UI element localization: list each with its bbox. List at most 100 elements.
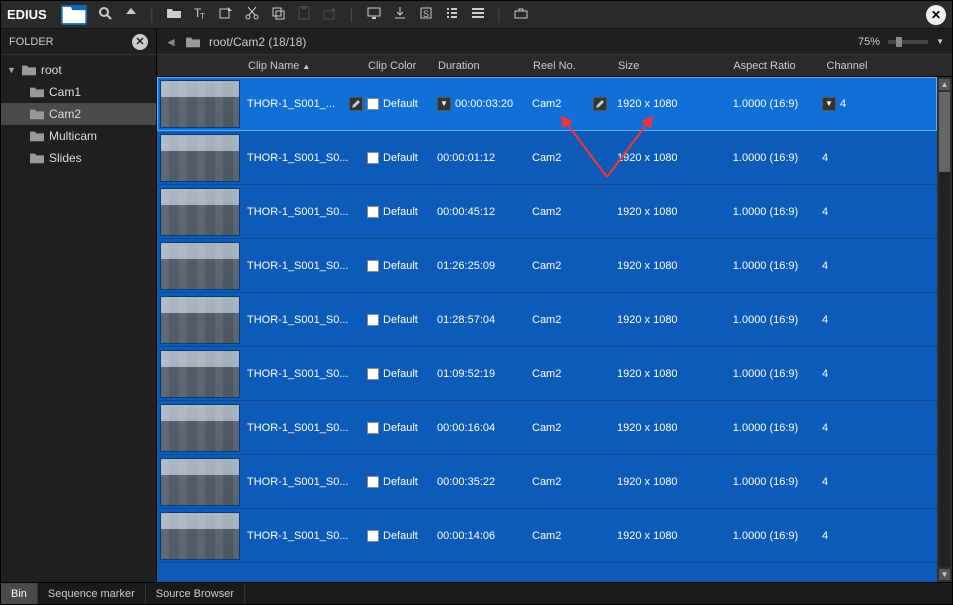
zoom-slider[interactable] (888, 40, 928, 44)
scroll-down-button[interactable]: ▼ (939, 569, 950, 580)
toolbox-icon[interactable] (513, 5, 529, 24)
clip-reel-cell: Cam2 (528, 260, 613, 272)
list-detail-icon[interactable] (470, 5, 486, 24)
clip-thumbnail[interactable] (160, 458, 240, 506)
clip-reel-cell: Cam2 (528, 314, 613, 326)
clip-size-cell: 1920 x 1080 (613, 368, 713, 380)
clip-aspect-cell: 1.0000 (16:9) (713, 314, 818, 326)
bottom-tabs: BinSequence markerSource Browser (1, 582, 952, 604)
clip-row[interactable]: THOR-1_S001_S0... Default 01:26:25:09 Ca… (157, 239, 937, 293)
clip-color-cell: Default (363, 152, 433, 164)
col-header-duration[interactable]: Duration (432, 60, 527, 72)
color-swatch[interactable] (367, 206, 379, 218)
clip-list[interactable]: THOR-1_S001_... Default ▼00:00:03:20 Cam… (157, 77, 937, 582)
channel-dropdown[interactable]: ▼ (822, 97, 836, 111)
sidebar-clear-button[interactable]: ✕ (132, 34, 148, 50)
clip-color-cell: Default (363, 422, 433, 434)
color-swatch[interactable] (367, 98, 379, 110)
clip-thumbnail[interactable] (160, 188, 240, 236)
clip-channel-cell: 4 (818, 152, 878, 164)
color-swatch[interactable] (367, 368, 379, 380)
clip-row[interactable]: THOR-1_S001_S0... Default 01:28:57:04 Ca… (157, 293, 937, 347)
tree-item-cam2[interactable]: Cam2 (1, 103, 156, 125)
zoom-dropdown[interactable]: ▼ (936, 37, 944, 46)
clip-reel-cell: Cam2 (528, 530, 613, 542)
paste-icon[interactable] (296, 5, 312, 24)
col-header-channel[interactable]: Channel (817, 60, 877, 72)
col-header-name[interactable]: Clip Name▲ (242, 60, 362, 72)
clip-name-cell: THOR-1_S001_S0... (243, 368, 363, 380)
duration-dropdown[interactable]: ▼ (437, 97, 451, 111)
color-swatch[interactable] (367, 476, 379, 488)
nav-back-icon[interactable]: ◄ (165, 35, 177, 49)
clip-thumbnail[interactable] (160, 404, 240, 452)
clip-name-cell: THOR-1_S001_S0... (243, 530, 363, 542)
svg-text:S: S (423, 9, 429, 19)
stabilize-icon[interactable]: S (418, 5, 434, 24)
vertical-scrollbar[interactable]: ▲ ▼ (937, 77, 952, 582)
cut-icon[interactable] (244, 5, 260, 24)
tree-root[interactable]: ▼ root (1, 59, 156, 81)
folder-open-icon[interactable] (166, 5, 182, 24)
color-swatch[interactable] (367, 530, 379, 542)
clip-channel-cell: 4 (818, 422, 878, 434)
text-tool-icon[interactable]: TT (192, 5, 208, 24)
clip-reel-cell: Cam2 (528, 368, 613, 380)
table-header: Clip Name▲ Clip Color Duration Reel No. … (157, 55, 952, 77)
tab-bin[interactable]: Bin (1, 583, 38, 604)
sidebar-header: FOLDER ✕ (1, 29, 156, 55)
tab-sequence marker[interactable]: Sequence marker (38, 583, 146, 604)
clip-row[interactable]: THOR-1_S001_S0... Default 00:00:01:12 Ca… (157, 131, 937, 185)
search-icon[interactable] (97, 5, 113, 24)
clip-thumbnail[interactable] (160, 242, 240, 290)
clip-duration-cell: 01:26:25:09 (433, 260, 528, 272)
color-swatch[interactable] (367, 260, 379, 272)
close-button[interactable]: ✕ (926, 5, 946, 25)
tree-item-slides[interactable]: Slides (1, 147, 156, 169)
clip-thumbnail[interactable] (160, 80, 240, 128)
clip-aspect-cell: 1.0000 (16:9) (713, 530, 818, 542)
download-icon[interactable] (392, 5, 408, 24)
copy-icon[interactable] (270, 5, 286, 24)
edit-name-icon[interactable] (349, 97, 363, 111)
clip-name-cell: THOR-1_S001_S0... (243, 314, 363, 326)
clip-reel-cell: Cam2 (528, 97, 613, 111)
col-header-size[interactable]: Size (612, 60, 712, 72)
scroll-thumb[interactable] (939, 92, 950, 172)
clip-thumbnail[interactable] (160, 134, 240, 182)
tree-item-multicam[interactable]: Multicam (1, 125, 156, 147)
color-swatch[interactable] (367, 152, 379, 164)
clip-thumbnail[interactable] (160, 350, 240, 398)
col-header-reel[interactable]: Reel No. (527, 60, 612, 72)
clip-row[interactable]: THOR-1_S001_S0... Default 00:00:45:12 Ca… (157, 185, 937, 239)
up-level-icon[interactable] (123, 5, 139, 24)
open-project-button[interactable] (61, 5, 87, 25)
clip-size-cell: 1920 x 1080 (613, 422, 713, 434)
clip-thumbnail[interactable] (160, 512, 240, 560)
monitor-icon[interactable] (366, 5, 382, 24)
clip-duration-cell: 01:28:57:04 (433, 314, 528, 326)
clip-channel-cell: 4 (818, 530, 878, 542)
clip-row[interactable]: THOR-1_S001_S0... Default 01:09:52:19 Ca… (157, 347, 937, 401)
col-header-color[interactable]: Clip Color (362, 60, 432, 72)
color-swatch[interactable] (367, 314, 379, 326)
clip-row[interactable]: THOR-1_S001_S0... Default 00:00:35:22 Ca… (157, 455, 937, 509)
tree-item-cam1[interactable]: Cam1 (1, 81, 156, 103)
list-icon[interactable] (444, 5, 460, 24)
export-icon[interactable] (322, 5, 338, 24)
clip-reel-cell: Cam2 (528, 476, 613, 488)
col-header-aspect[interactable]: Aspect Ratio (712, 60, 817, 72)
new-clip-icon[interactable] (218, 5, 234, 24)
clip-row[interactable]: THOR-1_S001_S0... Default 00:00:16:04 Ca… (157, 401, 937, 455)
clip-row[interactable]: THOR-1_S001_... Default ▼00:00:03:20 Cam… (157, 77, 937, 131)
edit-reel-icon[interactable] (593, 97, 607, 111)
clip-duration-cell: 01:09:52:19 (433, 368, 528, 380)
tab-source browser[interactable]: Source Browser (146, 583, 245, 604)
chevron-down-icon[interactable]: ▼ (7, 65, 17, 75)
folder-icon (29, 84, 45, 100)
clip-thumbnail[interactable] (160, 296, 240, 344)
scroll-up-button[interactable]: ▲ (939, 79, 950, 90)
clip-row[interactable]: THOR-1_S001_S0... Default 00:00:14:06 Ca… (157, 509, 937, 563)
color-swatch[interactable] (367, 422, 379, 434)
clip-color-cell: Default (363, 476, 433, 488)
